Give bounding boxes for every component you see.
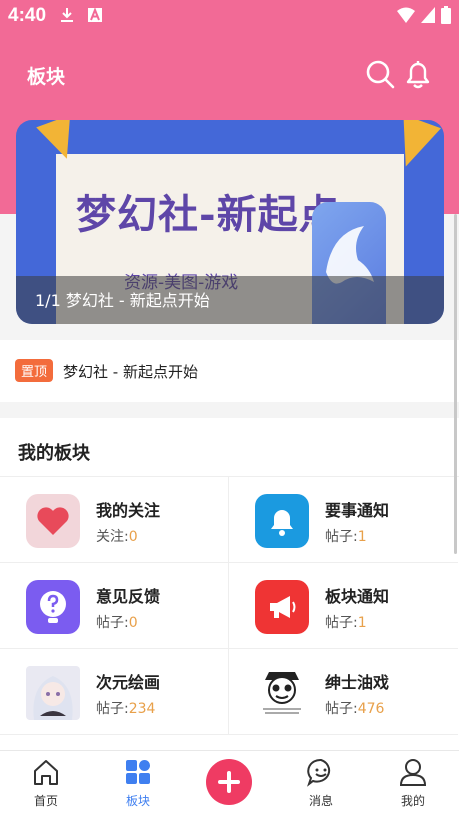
board-feedback[interactable]: 意见反馈 帖子:0 (0, 563, 229, 649)
status-right (397, 6, 451, 24)
pinned-post-title: 梦幻社 - 新起点开始 (63, 363, 198, 381)
pinned-badge: 置顶 (15, 359, 54, 382)
heart-icon (26, 494, 80, 548)
nav-messages[interactable]: 消息 (286, 757, 356, 813)
question-bulb-icon (26, 580, 80, 634)
megaphone-icon (255, 580, 309, 634)
nav-label: 首页 (33, 794, 58, 808)
nav-label: 消息 (308, 794, 333, 808)
nav-profile[interactable]: 我的 (378, 757, 448, 813)
anime-girl-avatar (26, 666, 80, 720)
board-meta: 帖子:1 (325, 615, 367, 631)
scrollbar[interactable] (454, 214, 457, 554)
board-name: 板块通知 (325, 587, 390, 606)
download-icon (61, 8, 73, 22)
app-a-icon (88, 7, 102, 22)
grid-icon (126, 760, 150, 784)
board-my-follows[interactable]: 我的关注 关注:0 (0, 477, 229, 563)
board-name: 要事通知 (325, 501, 390, 520)
signal-icon (421, 7, 435, 23)
search-icon[interactable] (364, 58, 396, 90)
bell-icon (255, 494, 309, 548)
banner-art-title: 梦幻社-新起点 (76, 191, 340, 238)
nav-boards[interactable]: 板块 (103, 757, 173, 813)
home-icon (34, 760, 58, 785)
nav-home[interactable]: 首页 (11, 757, 81, 813)
nav-label: 板块 (125, 794, 150, 808)
board-name: 绅士油戏 (325, 673, 390, 692)
add-post-button[interactable] (206, 759, 252, 805)
banner-caption: 1/1 梦幻社 - 新起点开始 (35, 291, 210, 310)
board-anime-drawing[interactable]: 次元绘画 帖子:234 (0, 649, 229, 735)
board-important-notice[interactable]: 要事通知 帖子:1 (229, 477, 458, 563)
pinned-post[interactable]: 置顶 梦幻社 - 新起点开始 (0, 340, 459, 402)
board-meta: 帖子:0 (96, 615, 138, 631)
user-icon (399, 759, 427, 786)
wifi-icon (397, 7, 415, 23)
page-title: 板块 (27, 66, 66, 88)
section-title: 我的板块 (18, 443, 90, 464)
board-name: 意见反馈 (96, 587, 161, 606)
board-meta: 帖子:234 (96, 701, 156, 717)
board-name: 我的关注 (96, 501, 161, 520)
my-boards-section: 我的板块 我的关注 关注:0 要事通知 帖子:1 意见反馈 帖子:0 板块通知 … (0, 418, 459, 758)
bottom-navigation: 首页 板块 消息 我的 (0, 750, 459, 816)
top-app-bar: 板块 (0, 52, 459, 98)
boards-grid: 我的关注 关注:0 要事通知 帖子:1 意见反馈 帖子:0 板块通知 帖子:1 (0, 476, 459, 735)
banner-carousel[interactable]: 梦幻社-新起点 资源-美图-游戏 1/1 梦幻社 - 新起点开始 (16, 120, 444, 324)
board-section-notice[interactable]: 板块通知 帖子:1 (229, 563, 458, 649)
status-bar: 4:40 (0, 0, 459, 32)
chat-icon (307, 758, 331, 787)
board-name: 次元绘画 (96, 673, 161, 692)
board-meta: 帖子:1 (325, 529, 367, 545)
panda-meme-avatar (255, 666, 309, 720)
battery-icon (441, 6, 451, 24)
notification-bell-icon[interactable] (402, 58, 434, 90)
board-gentleman-games[interactable]: 绅士油戏 帖子:476 (229, 649, 458, 735)
status-time: 4:40 (8, 5, 47, 26)
nav-label: 我的 (400, 794, 425, 808)
add-icon (218, 771, 240, 793)
board-meta: 关注:0 (96, 529, 138, 545)
board-meta: 帖子:476 (325, 701, 385, 717)
